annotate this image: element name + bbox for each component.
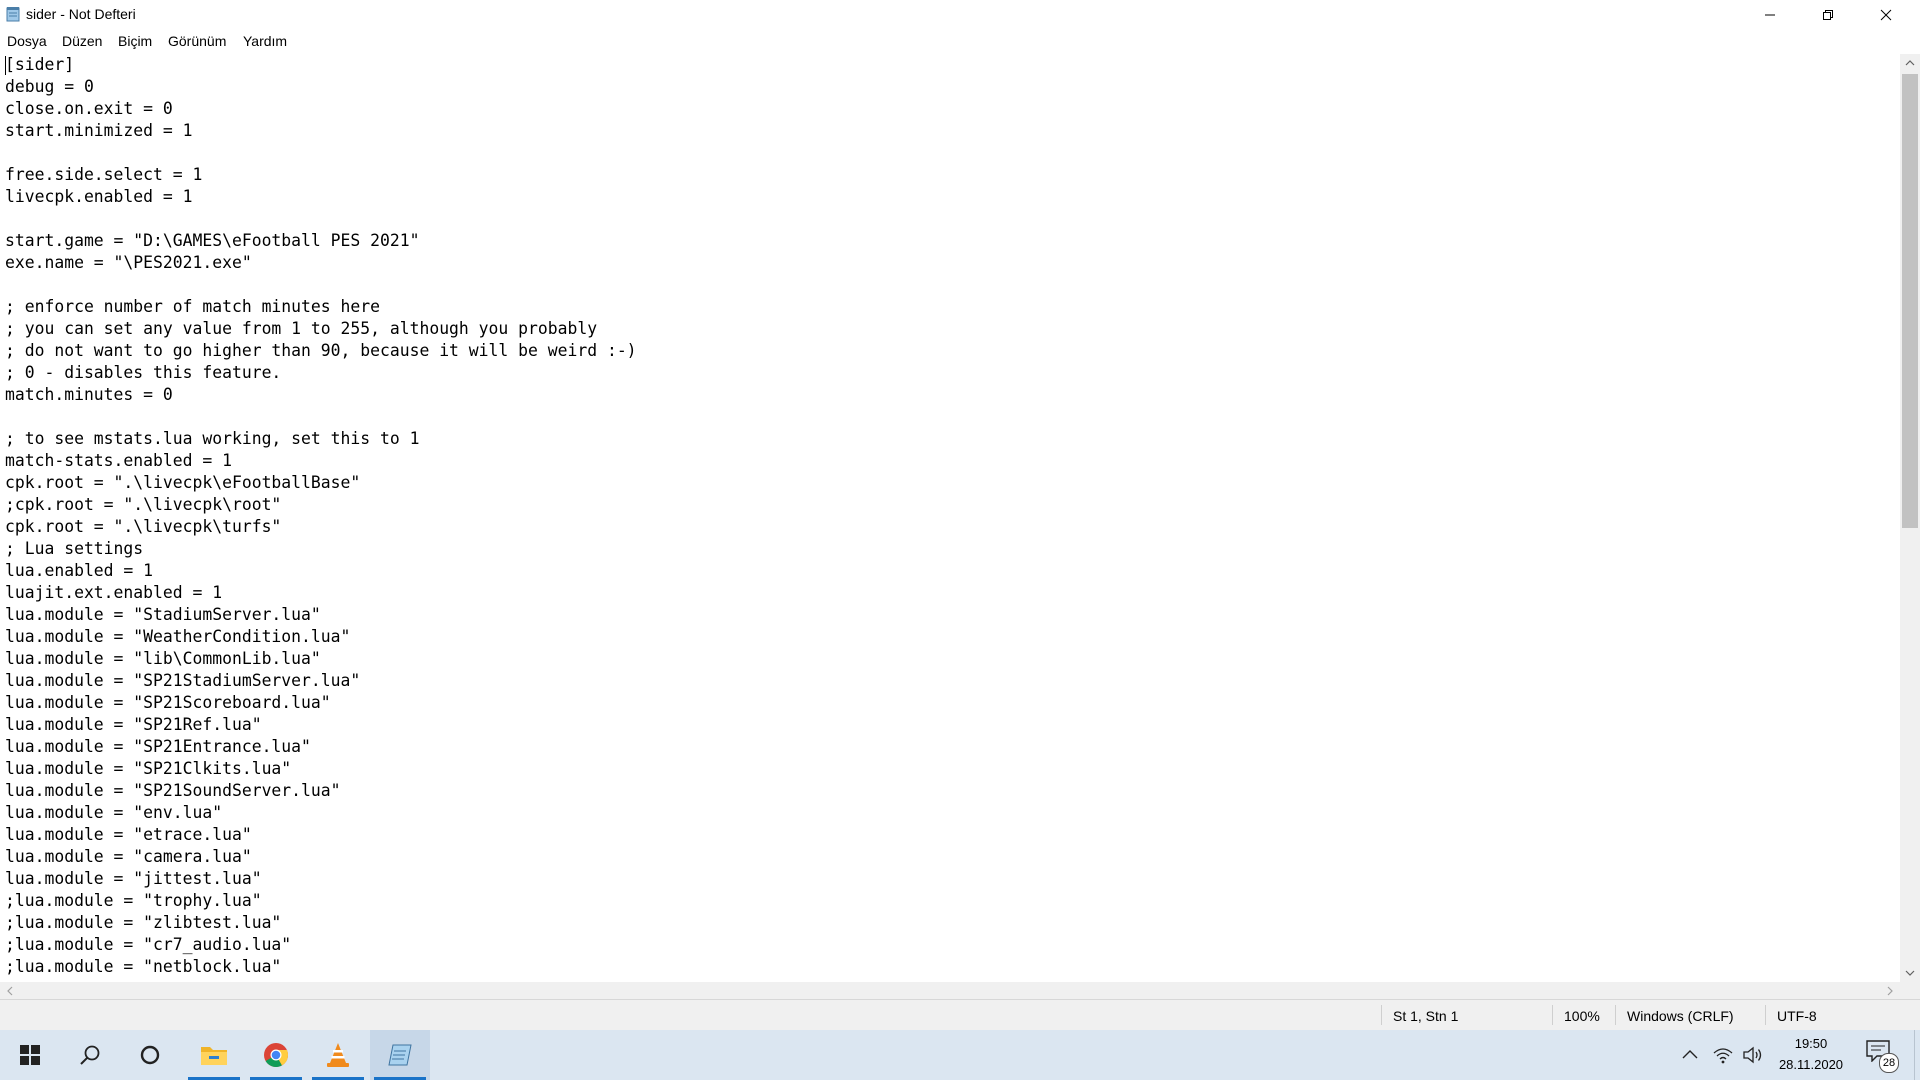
scroll-up-button[interactable] [1900,54,1920,72]
taskbar: 19:50 28.11.2020 28 [0,1030,1920,1080]
taskbar-vlc[interactable] [308,1030,368,1080]
line-ending: Windows (CRLF) [1627,1008,1734,1024]
notepad-icon [388,1044,412,1066]
status-bar: St 1, Stn 1 100% Windows (CRLF) UTF-8 [0,999,1920,1030]
file-explorer-icon [201,1047,227,1065]
taskbar-file-explorer[interactable] [184,1030,244,1080]
close-button[interactable] [1857,0,1915,29]
chevron-down-icon [1905,970,1915,976]
menu-edit[interactable]: Düzen [62,33,102,49]
scroll-down-button[interactable] [1900,964,1920,982]
taskbar-chrome[interactable] [246,1030,306,1080]
menu-file[interactable]: Dosya [7,33,47,49]
text-editor[interactable]: [sider] debug = 0 close.on.exit = 0 star… [0,54,1900,982]
task-view-button[interactable] [120,1030,180,1080]
chevron-up-icon[interactable] [1680,1045,1700,1065]
scroll-thumb[interactable] [1902,74,1918,528]
menu-view[interactable]: Görünüm [168,33,226,49]
show-desktop-button[interactable] [1914,1030,1920,1080]
chevron-right-icon [1887,986,1893,995]
restore-button[interactable] [1799,0,1857,29]
editor-content[interactable]: [sider] debug = 0 close.on.exit = 0 star… [0,54,1900,978]
menu-bar: Dosya Düzen Biçim Görünüm Yardım [0,29,1920,53]
search-button[interactable] [60,1030,120,1080]
zoom-level: 100% [1564,1008,1600,1024]
taskbar-notepad[interactable] [370,1030,430,1080]
chevron-left-icon [7,986,13,995]
search-icon [80,1045,100,1065]
horizontal-scrollbar[interactable] [0,982,1900,999]
status-divider [1552,1005,1553,1025]
notification-count-badge: 28 [1879,1053,1899,1073]
scroll-right-button[interactable] [1882,982,1898,999]
title-bar: sider - Not Defteri [0,0,1920,29]
encoding: UTF-8 [1777,1008,1817,1024]
menu-format[interactable]: Biçim [118,33,152,49]
status-divider [1765,1005,1766,1025]
cortana-icon [140,1045,160,1065]
cursor-position: St 1, Stn 1 [1393,1008,1459,1024]
status-divider [1381,1005,1382,1025]
wifi-icon[interactable] [1712,1045,1734,1065]
scroll-left-button[interactable] [2,982,18,999]
windows-logo-icon [20,1045,40,1065]
restore-icon [1823,9,1833,20]
action-center-button[interactable]: 28 [1866,1040,1899,1073]
text-caret [5,56,6,75]
notepad-icon [6,7,20,22]
minimize-icon [1765,14,1775,15]
scrollbar-corner [1900,982,1920,999]
volume-icon[interactable] [1742,1045,1764,1065]
menu-help[interactable]: Yardım [243,33,287,49]
clock-date[interactable]: 28.11.2020 [1772,1057,1850,1072]
vertical-scrollbar[interactable] [1900,54,1920,982]
clock-time[interactable]: 19:50 [1779,1036,1843,1051]
window-title: sider - Not Defteri [26,6,136,22]
start-button[interactable] [0,1030,60,1080]
chevron-up-icon [1905,60,1915,66]
minimize-button[interactable] [1741,0,1799,29]
vlc-icon [327,1043,349,1067]
status-divider [1615,1005,1616,1025]
close-icon [1880,9,1892,20]
chrome-icon [264,1043,289,1068]
